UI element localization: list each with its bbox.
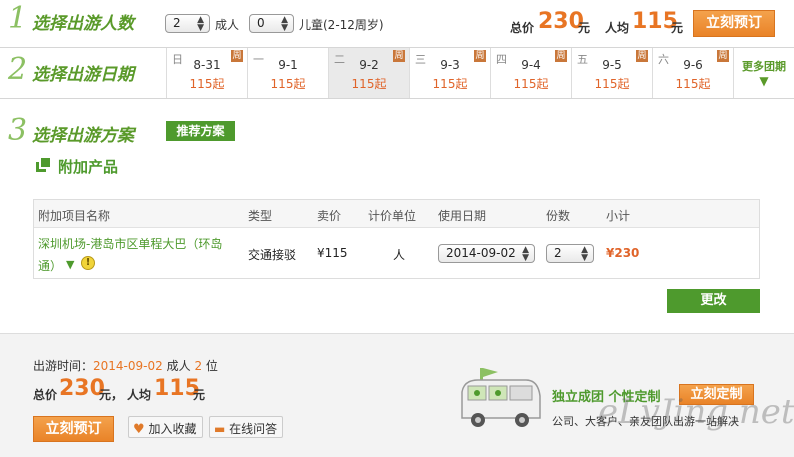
- travel-time-label: 出游时间：: [33, 359, 94, 373]
- use-date-select[interactable]: 2014-09-02 ▲ ▼: [438, 244, 535, 263]
- step-2-title: 选择出游日期: [32, 65, 134, 85]
- online-qa-button[interactable]: ▬ 在线问答: [209, 416, 284, 438]
- chevron-down-icon: ▼: [759, 74, 769, 88]
- total-price-unit: 元: [578, 21, 591, 35]
- date-price: 115起: [351, 77, 387, 91]
- adult-unit: 位: [205, 359, 218, 373]
- children-label: 儿童(2-12周岁): [299, 18, 384, 32]
- col-header-subtotal: 小计: [606, 209, 631, 223]
- per-person-unit: 元: [671, 21, 684, 35]
- travel-time-value: 2014-09-02: [93, 359, 163, 373]
- recommended-plan-button[interactable]: 推荐方案: [166, 121, 235, 141]
- step-2-number: 2: [8, 52, 28, 87]
- external-link-icon: [36, 158, 50, 172]
- addon-unit: 人: [393, 248, 406, 262]
- date-price: 115起: [189, 77, 225, 91]
- addon-price: ¥115: [317, 246, 348, 260]
- date-label: 9-4: [521, 58, 541, 72]
- adult-count: 2: [194, 359, 203, 373]
- date-label: 8-31: [193, 58, 221, 72]
- date-price: 115起: [594, 77, 630, 91]
- date-label: 9-2: [359, 58, 379, 72]
- date-option-9-4[interactable]: 四周 9-4 115起: [491, 48, 572, 98]
- more-dates-label: 更多团期: [742, 60, 786, 73]
- chat-bubble-icon: ▬: [214, 422, 226, 436]
- divider: [0, 98, 794, 99]
- adults-select-value: 2: [173, 16, 181, 30]
- col-header-qty: 份数: [546, 209, 571, 223]
- step-3-title: 选择出游方案: [32, 126, 134, 146]
- step-1-title: 选择出游人数: [32, 14, 134, 34]
- summary-total-label: 总价: [33, 388, 58, 402]
- adults-label: 成人: [215, 18, 240, 32]
- date-label: 9-6: [683, 58, 703, 72]
- book-now-button-bottom[interactable]: 立刻预订: [33, 416, 114, 442]
- travel-time-line: 出游时间：2014-09-02 成人 2 位: [33, 357, 218, 374]
- total-price-label: 总价: [510, 21, 535, 35]
- step-3-number: 3: [8, 113, 28, 148]
- add-favorite-label: 加入收藏: [148, 422, 197, 436]
- per-person-label: 人均: [605, 21, 630, 35]
- date-option-9-6[interactable]: 六周 9-6 115起: [653, 48, 734, 98]
- add-favorite-button[interactable]: ♥ 加入收藏: [128, 416, 203, 438]
- date-option-9-3[interactable]: 三周 9-3 115起: [410, 48, 491, 98]
- bus-illustration: [458, 366, 543, 432]
- select-arrows-icon: ▲ ▼: [581, 245, 588, 263]
- warning-icon[interactable]: !: [81, 256, 95, 270]
- date-option-8-31[interactable]: 日周 8-31 115起: [167, 48, 248, 98]
- select-arrows-icon: ▲ ▼: [281, 15, 288, 33]
- select-arrows-icon: ▲ ▼: [197, 15, 204, 33]
- col-header-date: 使用日期: [438, 209, 487, 223]
- adults-select[interactable]: 2 ▲ ▼: [165, 14, 210, 33]
- date-price: 115起: [513, 77, 549, 91]
- change-button[interactable]: 更改: [667, 289, 760, 313]
- date-label: 9-3: [440, 58, 460, 72]
- date-option-9-5[interactable]: 五周 9-5 115起: [572, 48, 653, 98]
- children-select[interactable]: 0 ▲ ▼: [249, 14, 294, 33]
- date-price: 115起: [270, 77, 306, 91]
- expand-triangle-icon[interactable]: ▼: [66, 258, 74, 271]
- heart-icon: ♥: [133, 422, 145, 437]
- col-header-type: 类型: [248, 209, 273, 223]
- children-select-value: 0: [257, 16, 265, 30]
- col-header-price: 卖价: [317, 209, 342, 223]
- col-header-unit: 计价单位: [368, 209, 417, 223]
- date-price: 115起: [675, 77, 711, 91]
- online-qa-label: 在线问答: [229, 422, 278, 436]
- date-label: 9-5: [602, 58, 622, 72]
- addon-type: 交通接驳: [248, 248, 297, 262]
- summary-per-unit: 元: [193, 388, 206, 402]
- step-1-number: 1: [8, 1, 28, 36]
- watermark: eLvJing.net: [598, 392, 794, 432]
- more-dates-link[interactable]: 更多团期 ▼: [736, 58, 792, 88]
- select-arrows-icon: ▲ ▼: [522, 245, 529, 263]
- quantity-select[interactable]: 2 ▲ ▼: [546, 244, 594, 263]
- col-header-name: 附加项目名称: [38, 209, 111, 223]
- addon-name-link-line2[interactable]: 通）: [38, 257, 62, 274]
- use-date-value: 2014-09-02: [446, 246, 516, 260]
- summary-per-label: 人均: [127, 388, 152, 402]
- addon-subtotal: ¥230: [606, 246, 640, 260]
- addon-products-title: 附加产品: [58, 158, 119, 176]
- quantity-value: 2: [554, 246, 562, 260]
- adult-label: 成人: [166, 359, 191, 373]
- date-option-9-2[interactable]: 二周 9-2 115起: [329, 48, 410, 98]
- addon-name-link[interactable]: 深圳机场-港岛市区单程大巴（环岛: [38, 235, 222, 252]
- summary-total-unit: 元，: [99, 388, 124, 402]
- date-label: 9-1: [278, 58, 298, 72]
- date-price: 115起: [432, 77, 468, 91]
- book-now-button-top[interactable]: 立刻预订: [693, 10, 775, 37]
- date-option-9-1[interactable]: 一 9-1 115起: [248, 48, 329, 98]
